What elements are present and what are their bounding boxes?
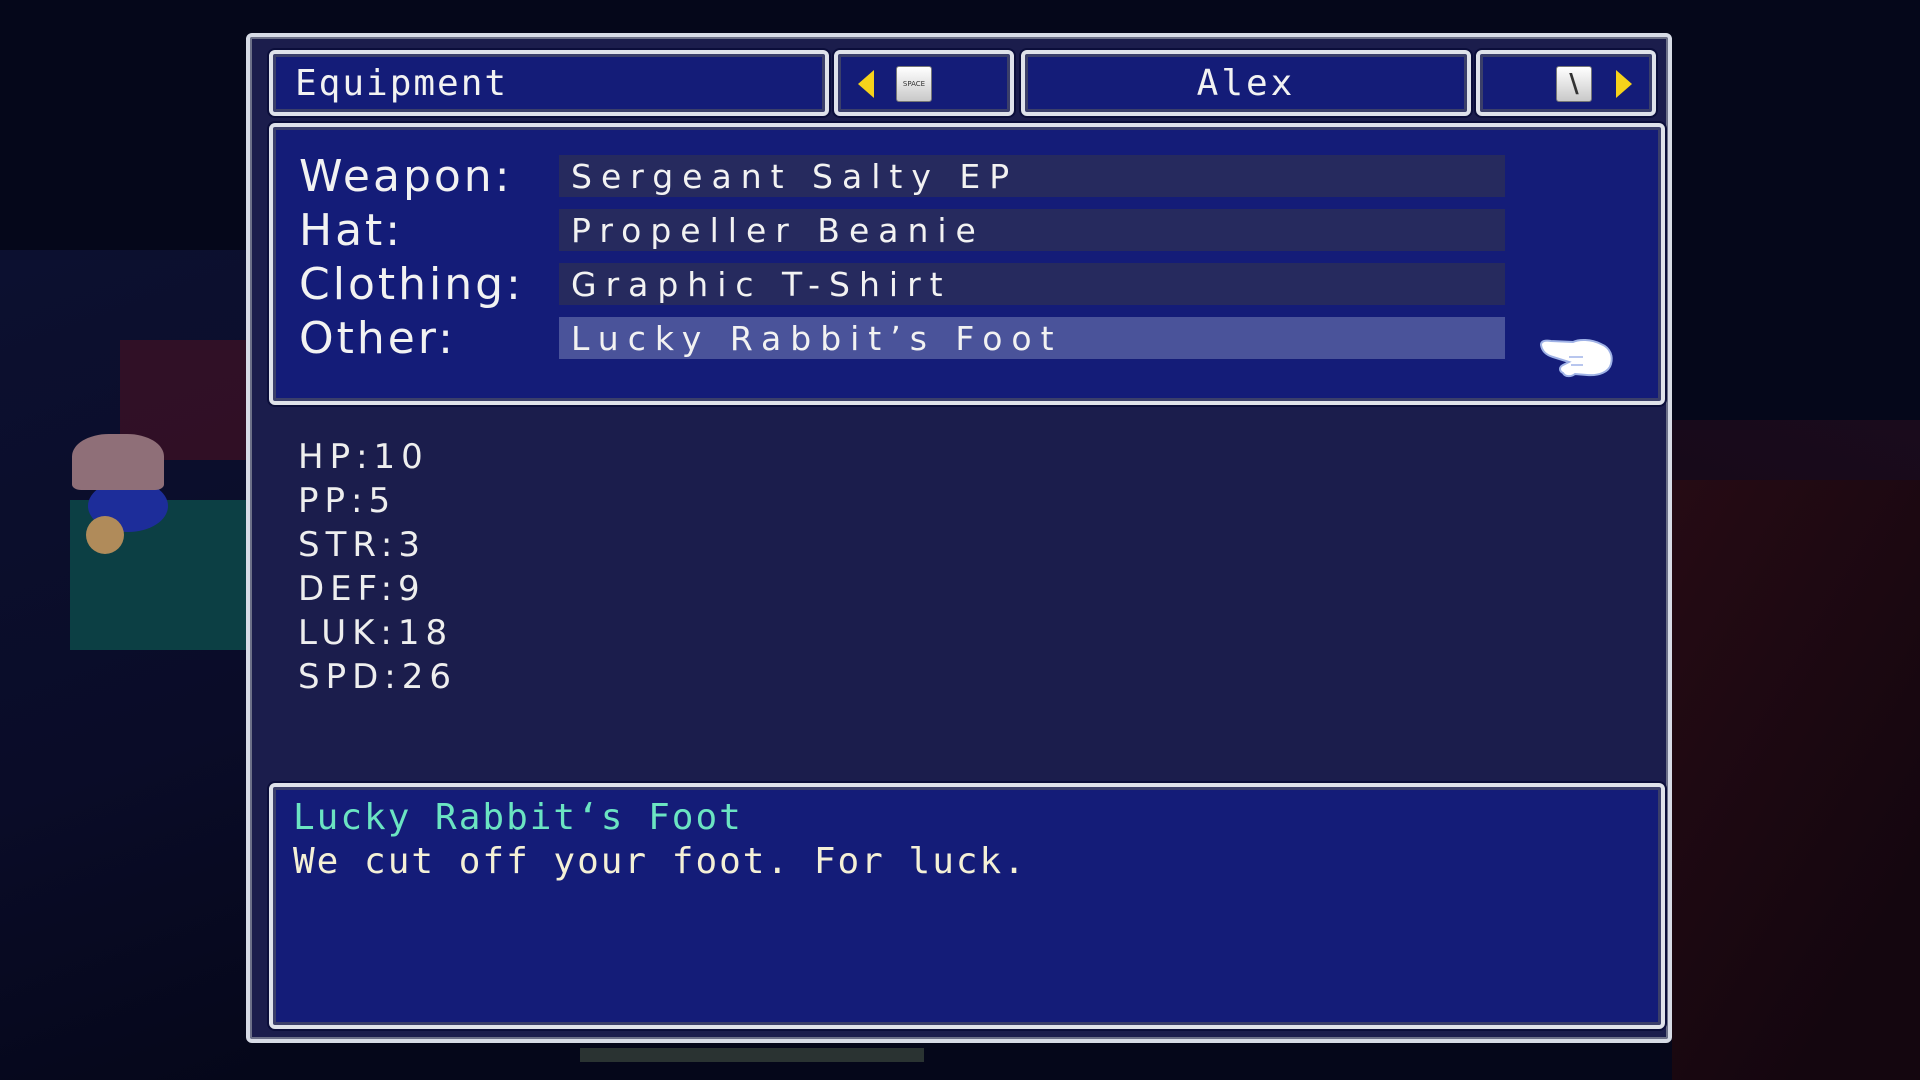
stat-hp: HP:10 (298, 437, 429, 477)
equipment-slots-window: Weapon: Sergeant Salty EP Hat: Propeller… (269, 123, 1665, 405)
floor-strip (580, 1048, 924, 1062)
room-wall-right (1672, 480, 1920, 1080)
arrow-left-icon[interactable] (858, 70, 874, 98)
item-name: Lucky Rabbit‘s Foot (293, 797, 743, 838)
slot-value-weapon[interactable]: Sergeant Salty EP (559, 155, 1505, 197)
slot-label-clothing: Clothing: (299, 259, 524, 310)
slot-label-hat: Hat: (299, 205, 404, 256)
next-character-button[interactable]: \ (1476, 50, 1656, 116)
slot-label-other: Other: (299, 313, 456, 364)
character-name-window: Alex (1021, 50, 1471, 116)
item-description-window: Lucky Rabbit‘s Foot We cut off your foot… (269, 783, 1665, 1029)
equipment-menu: Equipment SPACE Alex \ Weapon: Sergeant … (246, 33, 1672, 1043)
backslash-key-icon: \ (1556, 66, 1592, 102)
slot-label-weapon: Weapon: (299, 151, 513, 202)
slot-value-clothing[interactable]: Graphic T-Shirt (559, 263, 1505, 305)
stat-str: STR:3 (298, 525, 427, 565)
menu-title-window: Equipment (269, 50, 829, 116)
stat-luk: LUK:18 (298, 613, 454, 653)
arrow-right-icon[interactable] (1616, 70, 1632, 98)
space-key-icon: SPACE (896, 66, 932, 102)
slot-value-other[interactable]: Lucky Rabbit’s Foot (559, 317, 1505, 359)
stat-pp: PP:5 (298, 481, 397, 521)
prev-character-button[interactable]: SPACE (834, 50, 1014, 116)
item-description: We cut off your foot. For luck. (293, 841, 1027, 882)
menu-title: Equipment (295, 62, 509, 104)
stat-spd: SPD:26 (298, 657, 457, 697)
character-name: Alex (1196, 62, 1296, 104)
stats-list: HP:10 PP:5 STR:3 DEF:9 LUK:18 SPD:26 (298, 435, 457, 699)
lamp-shade (72, 434, 164, 490)
slot-value-hat[interactable]: Propeller Beanie (559, 209, 1505, 251)
stat-def: DEF:9 (298, 569, 426, 609)
alarm-clock (86, 516, 124, 554)
pointing-hand-icon (1539, 338, 1613, 378)
